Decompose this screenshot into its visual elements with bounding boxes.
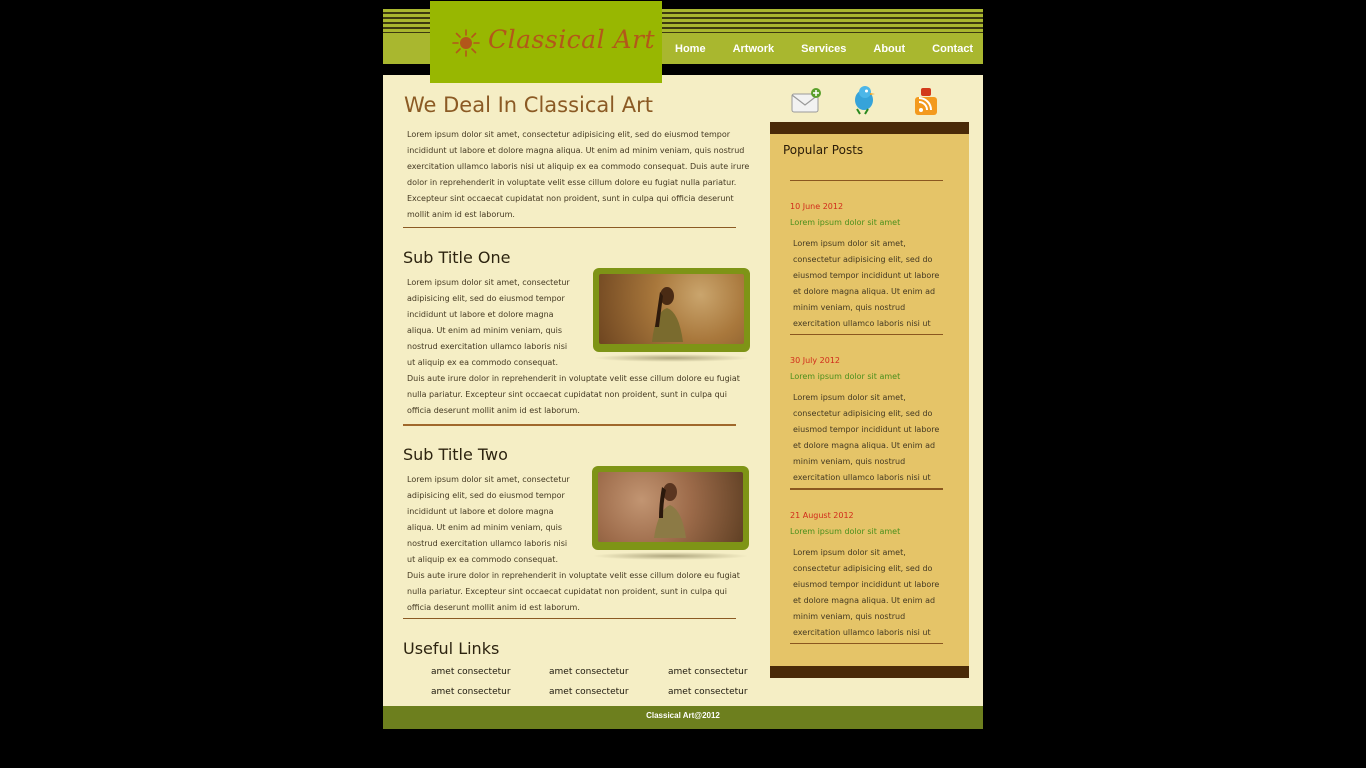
painting-woman-two [598, 472, 743, 542]
artwork-image-one[interactable] [593, 268, 750, 352]
popular-posts-sidebar: Popular Posts 10 June 2012 Lorem ipsum d… [770, 122, 969, 678]
useful-links-list: amet consectetur amet consectetur amet c… [431, 665, 751, 699]
post-excerpt: Lorem ipsum dolor sit amet, consectetur … [793, 239, 940, 328]
useful-link[interactable]: amet consectetur [668, 665, 758, 679]
post-title-link[interactable]: Lorem ipsum dolor sit amet [790, 527, 900, 536]
artwork-image-two[interactable] [592, 466, 749, 550]
divider [790, 180, 943, 181]
mail-icon[interactable] [790, 85, 822, 117]
post-excerpt: Lorem ipsum dolor sit amet, consectetur … [793, 393, 940, 482]
intro-text: Lorem ipsum dolor sit amet, consectetur … [407, 130, 750, 219]
post-title-link[interactable]: Lorem ipsum dolor sit amet [790, 218, 900, 227]
useful-link[interactable]: amet consectetur [549, 685, 668, 699]
useful-links-title: Useful Links [403, 639, 500, 658]
nav-about[interactable]: About [873, 40, 905, 58]
divider [403, 227, 736, 228]
post-title-link[interactable]: Lorem ipsum dolor sit amet [790, 372, 900, 381]
main-nav: Home Artwork Services About Contact [675, 40, 1000, 58]
post-date: 30 July 2012 [790, 356, 841, 365]
post-date: 10 June 2012 [790, 202, 844, 211]
rss-feed-icon[interactable] [909, 85, 941, 117]
page-container: Classical Art Home Artwork Services Abou… [383, 1, 983, 729]
section-title-one: Sub Title One [403, 248, 511, 267]
useful-link[interactable]: amet consectetur [549, 665, 668, 679]
nav-services[interactable]: Services [801, 40, 846, 58]
sidebar-bottom-bar [770, 666, 969, 678]
useful-link[interactable]: amet consectetur [431, 665, 549, 679]
popular-posts-title: Popular Posts [783, 143, 864, 157]
post-excerpt: Lorem ipsum dolor sit amet, consectetur … [793, 548, 940, 637]
painting-woman-one [599, 274, 744, 344]
divider [790, 488, 943, 490]
divider [790, 334, 943, 335]
footer: Classical Art@2012 [383, 706, 983, 729]
divider [403, 618, 736, 619]
post-date: 21 August 2012 [790, 511, 854, 520]
figure-silhouette [652, 287, 683, 342]
sun-icon [452, 29, 480, 57]
useful-link[interactable]: amet consectetur [431, 685, 549, 699]
figure-silhouette [654, 483, 686, 538]
page-title: We Deal In Classical Art [404, 93, 654, 117]
sidebar-top-bar [770, 122, 969, 134]
logo-text: Classical Art [488, 25, 656, 54]
divider [790, 643, 943, 644]
image-shadow [593, 354, 750, 362]
divider [403, 424, 736, 426]
logo[interactable]: Classical Art [430, 1, 662, 83]
nav-contact[interactable]: Contact [932, 40, 973, 58]
section-title-two: Sub Title Two [403, 445, 508, 464]
nav-home[interactable]: Home [675, 40, 706, 58]
nav-artwork[interactable]: Artwork [733, 40, 775, 58]
useful-link[interactable]: amet consectetur [668, 685, 758, 699]
image-shadow [592, 552, 749, 560]
twitter-bird-icon[interactable] [848, 83, 880, 115]
